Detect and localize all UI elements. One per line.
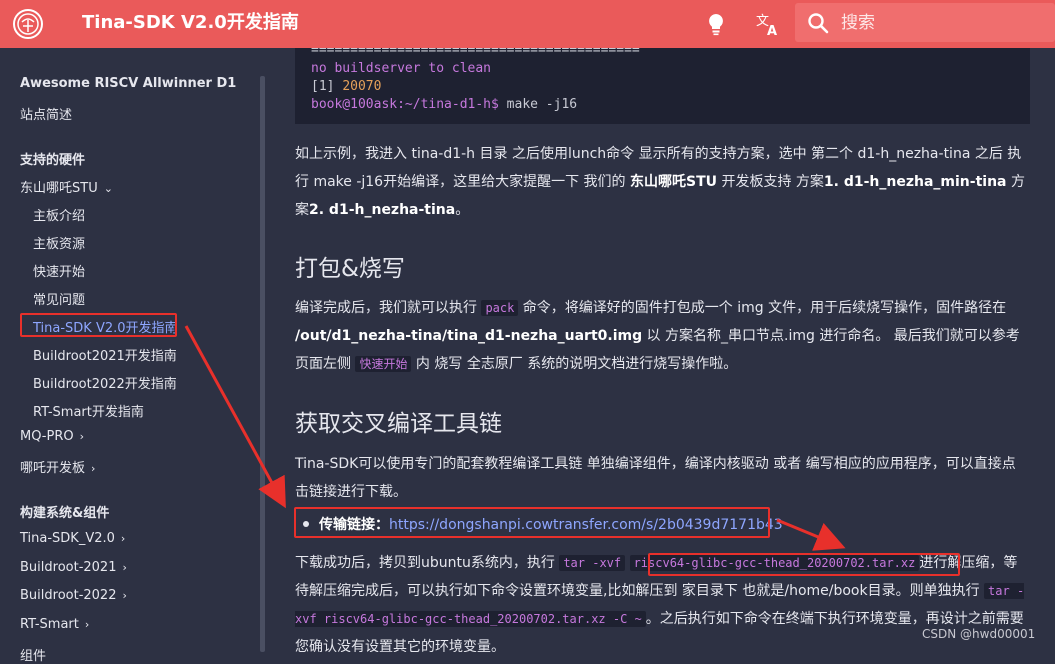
- text-bold: 东山哪吒STU: [630, 174, 718, 190]
- sidebar-scrollbar[interactable]: [260, 76, 265, 652]
- code-block: ========================================…: [295, 48, 1030, 124]
- svg-text:A: A: [767, 24, 777, 38]
- text: 命令，将编译好的固件打包成一个 img 文件，用于后续烧写操作，固件路径在: [518, 300, 1007, 316]
- chevron-right-icon: ›: [120, 532, 126, 545]
- chevron-down-icon: ⌄: [103, 182, 113, 195]
- sidebar-section-build: 构建系统&组件: [20, 506, 110, 521]
- sidebar-item-rt-smart-build[interactable]: RT-Smart ›: [20, 617, 89, 632]
- chevron-right-icon: ›: [122, 589, 127, 602]
- paragraph-toolchain: Tina-SDK可以使用专门的配套教程编译工具链 单独编译组件，编译内核驱动 或…: [295, 456, 1016, 500]
- sidebar-group-label: Buildroot-2022: [20, 588, 117, 603]
- watermark: CSDN @hwd00001: [922, 627, 1036, 641]
- search-box[interactable]: [795, 3, 1055, 42]
- code-pid: 20070: [342, 79, 382, 94]
- sidebar-item-buildroot-2022[interactable]: Buildroot-2022 ›: [20, 588, 127, 603]
- heading-toolchain: 获取交叉编译工具链: [295, 411, 502, 437]
- sidebar-group-nezha[interactable]: 哪吒开发板 ›: [20, 457, 95, 476]
- sidebar-item-board-resources[interactable]: 主板资源: [33, 233, 85, 252]
- sidebar-group-label: Tina-SDK_V2.0: [20, 531, 115, 546]
- text: 下载成功后，拷贝到ubuntu系统内，执行: [295, 555, 560, 571]
- inline-code: pack: [481, 300, 519, 316]
- annotation-box-link: [294, 507, 770, 538]
- code-prompt: book@100ask:~/tina-d1-h$: [311, 97, 499, 112]
- sidebar-group-label: Buildroot-2021: [20, 560, 117, 575]
- sidebar-site-title[interactable]: Awesome RISCV Allwinner D1: [20, 76, 236, 91]
- chevron-right-icon: ›: [79, 430, 85, 443]
- sidebar-group-mq-pro[interactable]: MQ-PRO ›: [20, 429, 84, 444]
- chevron-right-icon: ›: [122, 561, 127, 574]
- sidebar-nav: Awesome RISCV Allwinner D1 站点简述 支持的硬件 东山…: [0, 48, 270, 664]
- code-bracket: [1]: [311, 79, 335, 94]
- code-command: make -j16: [498, 97, 578, 112]
- text: 编译完成后，我们就可以执行: [295, 300, 482, 316]
- paragraph-pack: 编译完成后，我们就可以执行 pack 命令，将编译好的固件打包成一个 img 文…: [295, 294, 1025, 378]
- logo-icon[interactable]: [12, 8, 44, 40]
- sidebar-item-components[interactable]: 组件: [20, 645, 46, 664]
- sidebar-item-quick-start[interactable]: 快速开始: [33, 261, 85, 280]
- sidebar-group-label: MQ-PRO: [20, 429, 74, 444]
- sidebar-item-buildroot2022[interactable]: Buildroot2022开发指南: [33, 373, 177, 392]
- annotation-box-filename: [648, 553, 960, 576]
- translate-icon[interactable]: 文 A: [754, 10, 782, 38]
- sidebar-item-rt-smart[interactable]: RT-Smart开发指南: [33, 401, 144, 420]
- code-line-3: book@100ask:~/tina-d1-h$ make -j16: [311, 96, 1014, 114]
- sidebar-item-buildroot2021[interactable]: Buildroot2021开发指南: [33, 345, 177, 364]
- search-input[interactable]: [841, 3, 1041, 42]
- chevron-right-icon: ›: [84, 618, 90, 631]
- sidebar-item-faq[interactable]: 常见问题: [33, 289, 85, 308]
- lightbulb-icon[interactable]: [702, 10, 730, 38]
- text: 开发板支持 方案: [717, 174, 824, 190]
- text-bold: /out/d1_nezha-tina/tina_d1-nezha_uart0.i…: [295, 328, 643, 344]
- sidebar-item-tina-sdk-v2[interactable]: Tina-SDK_V2.0 ›: [20, 531, 125, 546]
- text-bold: 2. d1-h_nezha-tina: [309, 202, 456, 218]
- sidebar-section-hardware: 支持的硬件: [20, 153, 86, 168]
- search-icon: [808, 13, 829, 34]
- sidebar-item-board-intro[interactable]: 主板介绍: [33, 205, 85, 224]
- text-bold: 1. d1-h_nezha_min-tina: [823, 174, 1007, 190]
- text: 。: [455, 202, 470, 218]
- sidebar-group-label: 哪吒开发板: [20, 461, 86, 476]
- paragraph-lunch: 如上示例，我进入 tina-d1-h 目录 之后使用lunch命令 显示所有的支…: [295, 140, 1025, 224]
- heading-pack: 打包&烧写: [295, 256, 405, 282]
- sidebar-item-buildroot-2021[interactable]: Buildroot-2021 ›: [20, 560, 127, 575]
- sidebar-group-board[interactable]: 东山哪吒STU ⌄: [20, 177, 113, 196]
- page-title[interactable]: Tina-SDK V2.0开发指南: [82, 0, 299, 48]
- inline-code: 快速开始: [355, 356, 412, 372]
- text: 内 烧写 全志原厂 系统的说明文档进行烧写操作啦。: [411, 356, 738, 372]
- chevron-right-icon: ›: [91, 462, 96, 475]
- code-line-2: [1] 20070: [311, 78, 1014, 96]
- sidebar-group-label: 东山哪吒STU: [20, 181, 98, 196]
- inline-code: tar -xvf: [559, 555, 626, 571]
- code-line-1: no buildserver to clean: [311, 61, 492, 76]
- annotation-box-sidebar: [20, 313, 177, 337]
- sidebar-group-label: RT-Smart: [20, 617, 79, 632]
- code-separator: ========================================…: [311, 48, 640, 58]
- top-header: Tina-SDK V2.0开发指南 文 A: [0, 0, 1055, 48]
- sidebar-item-intro[interactable]: 站点简述: [20, 104, 72, 123]
